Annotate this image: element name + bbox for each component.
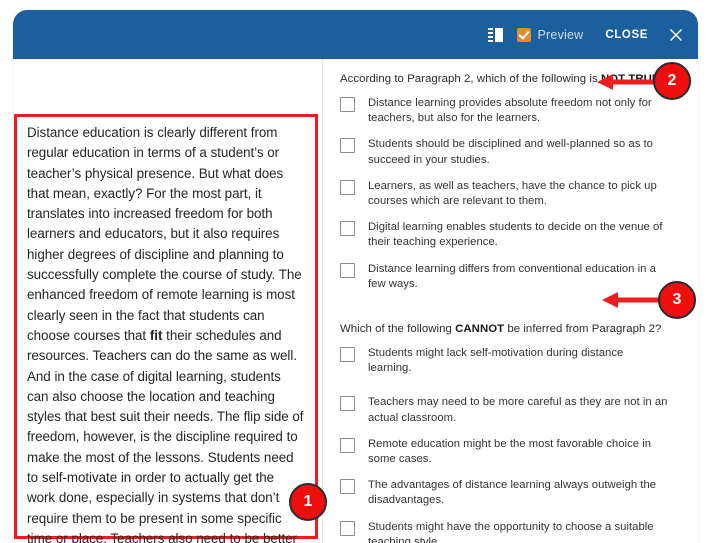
header-actions: Preview CLOSE xyxy=(487,27,684,43)
checkbox-icon[interactable] xyxy=(340,138,355,154)
option-label: Digital learning enables students to dec… xyxy=(368,221,663,249)
question-2-option-5[interactable]: Students might have the opportunity to c… xyxy=(340,520,678,543)
question-2-prompt-emphasis: CANNOT xyxy=(455,323,505,336)
annotation-badge-2: 2 xyxy=(653,62,691,100)
option-label: The advantages of distance learning alwa… xyxy=(368,479,657,507)
option-label: Distance learning differs from conventio… xyxy=(368,262,656,290)
annotation-arrow-2 xyxy=(597,74,655,90)
passage-part-2: their schedules and resources. Teachers … xyxy=(27,327,304,543)
checkbox-icon[interactable] xyxy=(340,262,355,278)
close-x-icon[interactable] xyxy=(668,27,684,43)
question-2-option-4[interactable]: The advantages of distance learning alwa… xyxy=(340,478,678,508)
passage-part-1: Distance education is clearly different … xyxy=(27,125,302,343)
checkbox-icon[interactable] xyxy=(340,221,355,237)
option-label: Students might have the opportunity to c… xyxy=(368,520,654,543)
checkbox-icon[interactable] xyxy=(340,396,355,412)
question-1-option-3[interactable]: Learners, as well as teachers, have the … xyxy=(340,179,678,209)
passage-panel: Distance education is clearly different … xyxy=(13,59,321,543)
question-1-option-2[interactable]: Students should be disciplined and well-… xyxy=(340,137,678,167)
preview-toggle[interactable]: Preview xyxy=(516,27,584,42)
checkbox-icon[interactable] xyxy=(340,97,355,112)
passage-highlight-box: Distance education is clearly different … xyxy=(14,114,318,543)
window-header: Preview CLOSE xyxy=(13,10,698,59)
option-label: Remote education might be the most favor… xyxy=(368,437,652,466)
preview-label: Preview xyxy=(537,27,584,42)
question-block-2: Which of the following CANNOT be inferre… xyxy=(340,323,678,543)
question-2-option-3[interactable]: Remote education might be the most favor… xyxy=(340,437,678,467)
option-label: Students should be disciplined and well-… xyxy=(368,138,653,166)
checkbox-icon[interactable] xyxy=(340,347,355,363)
option-label: Teachers may need to be more careful as … xyxy=(368,396,668,424)
question-1-prompt-before: According to Paragraph 2, which of the f… xyxy=(340,73,601,85)
annotation-badge-3: 3 xyxy=(658,281,696,319)
question-2-option-1[interactable]: Students might lack self-motivation duri… xyxy=(340,346,678,376)
checkbox-icon[interactable] xyxy=(340,520,355,536)
content-area: Distance education is clearly different … xyxy=(13,59,698,543)
question-2-prompt: Which of the following CANNOT be inferre… xyxy=(340,323,678,335)
option-label: Learners, as well as teachers, have the … xyxy=(368,179,657,208)
checkbox-icon[interactable] xyxy=(340,437,355,453)
option-label: Students might lack self-motivation duri… xyxy=(368,347,624,375)
question-block-1: According to Paragraph 2, which of the f… xyxy=(340,73,678,292)
option-label: Distance learning provides absolute free… xyxy=(368,97,652,125)
passage-bold-word: fit xyxy=(149,327,163,343)
annotation-arrow-3 xyxy=(602,292,660,308)
passage-text: Distance education is clearly different … xyxy=(27,123,305,543)
question-1-option-4[interactable]: Digital learning enables students to dec… xyxy=(340,220,678,250)
checkbox-icon[interactable] xyxy=(340,179,355,195)
question-2-option-2[interactable]: Teachers may need to be more careful as … xyxy=(340,395,678,425)
modal-window: Preview CLOSE Distance education is clea… xyxy=(13,10,698,543)
question-1-option-1[interactable]: Distance learning provides absolute free… xyxy=(340,96,678,126)
checkbox-icon[interactable] xyxy=(340,479,355,495)
question-2-prompt-after: be inferred from Paragraph 2? xyxy=(504,323,662,336)
close-button[interactable]: CLOSE xyxy=(605,29,648,41)
annotation-badge-1: 1 xyxy=(289,483,327,521)
split-panel-icon[interactable] xyxy=(487,27,503,42)
question-2-prompt-before: Which of the following xyxy=(340,323,456,336)
question-1-option-5[interactable]: Distance learning differs from conventio… xyxy=(340,262,678,292)
preview-checkbox-icon[interactable] xyxy=(516,27,531,42)
